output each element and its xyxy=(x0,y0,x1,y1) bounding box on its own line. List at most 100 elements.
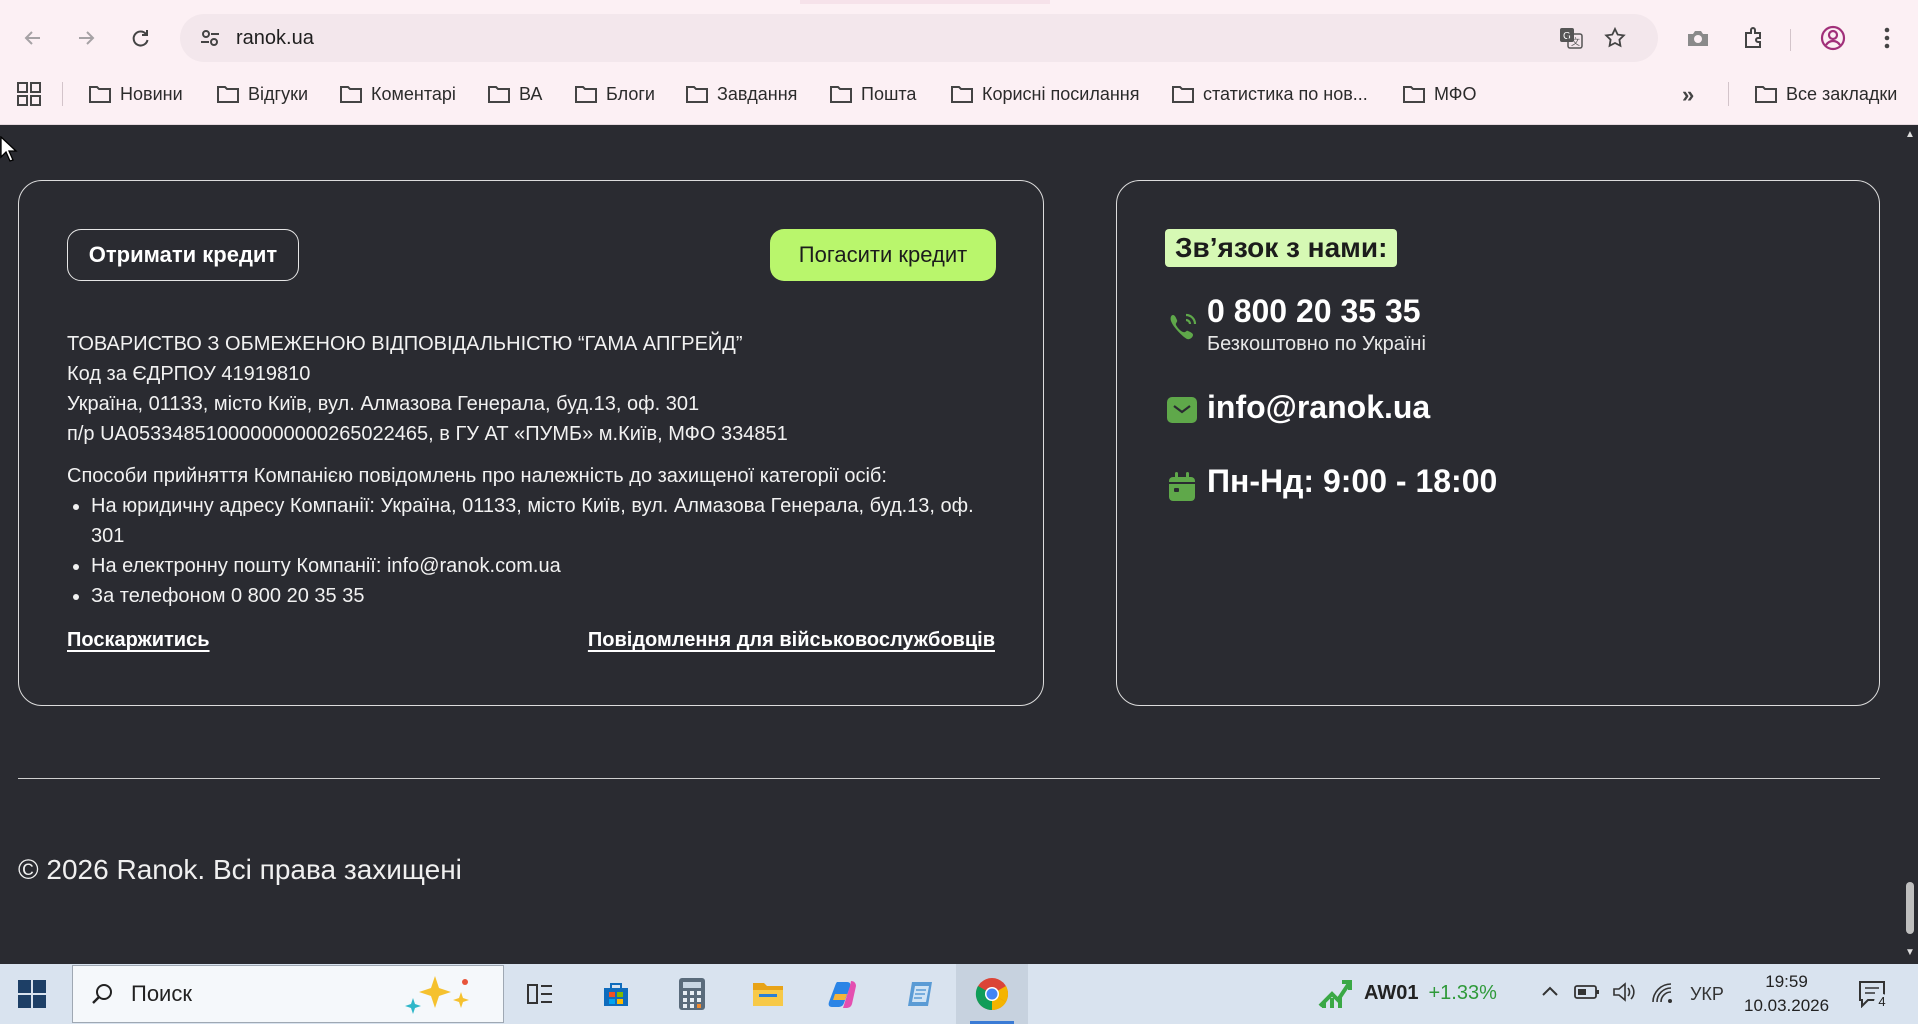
bookmark-folder[interactable]: Новини xyxy=(88,80,183,108)
contact-email[interactable]: info@ranok.ua xyxy=(1207,389,1430,426)
complain-link[interactable]: Поскаржитись xyxy=(67,629,210,652)
translate-icon[interactable]: G文 xyxy=(1556,23,1586,53)
mail-icon xyxy=(1167,397,1197,423)
battery-icon[interactable] xyxy=(1574,982,1600,1007)
task-view-icon[interactable] xyxy=(520,974,560,1014)
forward-button[interactable] xyxy=(67,19,105,57)
company-info-card: Отримати кредит Погасити кредит ТОВАРИСТ… xyxy=(18,180,1044,706)
reload-icon xyxy=(132,30,149,47)
company-code: Код за ЄДРПОУ 41919810 xyxy=(67,363,311,385)
reload-button[interactable] xyxy=(121,19,159,57)
copilot-icon[interactable] xyxy=(824,974,864,1014)
folder-icon xyxy=(1172,86,1194,103)
url-text[interactable]: ranok.ua xyxy=(236,27,314,50)
phone-icon xyxy=(1170,313,1197,340)
svg-text:G: G xyxy=(1563,31,1571,42)
all-bookmarks-folder[interactable]: Все закладки xyxy=(1754,80,1897,108)
tab-strip xyxy=(0,0,1918,4)
phone-note: Безкоштовно по Україні xyxy=(1207,333,1426,355)
stock-chart-icon xyxy=(1318,980,1352,1008)
notification-count: 4 xyxy=(1874,994,1890,1010)
arrow-left-icon xyxy=(24,31,40,45)
folder-icon xyxy=(89,86,111,103)
bookmark-folder[interactable]: Блоги xyxy=(574,80,655,108)
bookmark-folder[interactable]: Завдання xyxy=(685,80,797,108)
list-item: На юридичну адресу Компанії: Україна, 01… xyxy=(91,491,997,551)
scroll-down-icon[interactable]: ▼ xyxy=(1905,948,1915,958)
bookmark-folder[interactable]: Корисні посилання xyxy=(950,80,1139,108)
screenshot-camera-icon[interactable] xyxy=(1679,19,1717,57)
company-details: ТОВАРИСТВО З ОБМЕЖЕНОЮ ВІДПОВІДАЛЬНІСТЮ … xyxy=(67,329,997,449)
phone-number[interactable]: 0 800 20 35 35 xyxy=(1207,293,1421,330)
folder-icon xyxy=(340,86,362,103)
browser-toolbar: ranok.ua G文 xyxy=(0,11,1918,65)
calculator-icon[interactable] xyxy=(672,974,712,1014)
browser-chrome: ranok.ua G文 Новини Відгуки Коментарі ВА xyxy=(0,0,1918,125)
apps-grid-icon[interactable] xyxy=(16,81,42,107)
notifications-icon[interactable]: 4 xyxy=(1858,980,1890,1010)
page-content: Отримати кредит Погасити кредит ТОВАРИСТ… xyxy=(0,126,1902,964)
company-address: Україна, 01133, місто Київ, вул. Алмазов… xyxy=(67,393,700,415)
bookmark-folder[interactable]: Пошта xyxy=(829,80,916,108)
bookmark-folder[interactable]: статистика по нов... xyxy=(1171,80,1368,108)
clock-time: 19:59 xyxy=(1765,972,1808,991)
company-name: ТОВАРИСТВО З ОБМЕЖЕНОЮ ВІДПОВІДАЛЬНІСТЮ … xyxy=(67,333,743,355)
profile-avatar-icon[interactable] xyxy=(1814,19,1852,57)
arrow-right-icon xyxy=(79,31,95,45)
windows-start-icon[interactable] xyxy=(18,980,46,1008)
list-item: За телефоном 0 800 20 35 35 xyxy=(91,581,997,611)
volume-icon[interactable] xyxy=(1612,982,1636,1007)
bookmark-folder[interactable]: МФО xyxy=(1402,80,1476,108)
search-placeholder: Поиск xyxy=(131,981,192,1006)
stock-change: +1.33% xyxy=(1428,981,1497,1004)
folder-icon xyxy=(1755,86,1777,103)
copyright-text: © 2026 Ranok. Всі права захищені xyxy=(18,854,462,885)
working-hours: Пн-Нд: 9:00 - 18:00 xyxy=(1207,463,1498,499)
svg-text:文: 文 xyxy=(1571,36,1580,47)
search-icon xyxy=(92,984,112,1004)
folder-icon xyxy=(1403,86,1425,103)
folder-icon xyxy=(488,86,510,103)
back-button[interactable] xyxy=(14,19,52,57)
bookmarks-bar: Новини Відгуки Коментарі ВА Блоги Завдан… xyxy=(0,76,1918,112)
stock-name: AW01 xyxy=(1364,981,1419,1004)
bookmark-star-icon[interactable] xyxy=(1600,23,1630,53)
sparkle-icon xyxy=(405,976,469,1014)
page-scrollbar[interactable]: ▲ ▼ xyxy=(1902,126,1918,964)
bookmark-folder[interactable]: ВА xyxy=(487,80,542,108)
scroll-up-icon[interactable]: ▲ xyxy=(1905,130,1915,140)
folder-icon xyxy=(830,86,852,103)
chrome-icon xyxy=(975,978,1009,1011)
chrome-taskbar-button[interactable] xyxy=(956,964,1028,1024)
notes-app-icon[interactable] xyxy=(900,974,940,1014)
bookmarks-overflow-icon[interactable]: » xyxy=(1682,82,1694,108)
contact-card: Зв’язок з нами: 0 800 20 35 35 Безкоштов… xyxy=(1116,180,1880,706)
tray-overflow-icon[interactable] xyxy=(1540,982,1560,1007)
network-icon[interactable] xyxy=(1650,982,1674,1009)
mouse-cursor-icon xyxy=(0,136,18,162)
military-notice-link[interactable]: Повідомлення для військовослужбовців xyxy=(588,629,995,652)
address-bar[interactable]: ranok.ua G文 xyxy=(180,14,1658,62)
repay-credit-button[interactable]: Погасити кредит xyxy=(770,229,996,281)
footer-divider xyxy=(18,778,1880,779)
folder-icon xyxy=(217,86,239,103)
calendar-icon xyxy=(1169,472,1195,501)
notification-methods: Способи прийняття Компанією повідомлень … xyxy=(67,461,997,611)
microsoft-store-icon[interactable] xyxy=(596,974,636,1014)
browser-menu-icon[interactable] xyxy=(1868,19,1906,57)
extensions-icon[interactable] xyxy=(1734,19,1772,57)
scroll-thumb[interactable] xyxy=(1906,882,1914,934)
bookmark-folder[interactable]: Коментарі xyxy=(339,80,456,108)
language-indicator[interactable]: УКР xyxy=(1690,984,1724,1005)
system-clock[interactable]: 19:59 10.03.2026 xyxy=(1744,970,1829,1018)
folder-icon xyxy=(686,86,708,103)
folder-icon xyxy=(575,86,597,103)
taskbar-search[interactable]: Поиск xyxy=(72,965,504,1023)
contact-heading: Зв’язок з нами: xyxy=(1165,229,1398,267)
company-bank-account: п/р UA053348510000000000265022465, в ГУ … xyxy=(67,423,788,445)
stock-widget[interactable]: AW01 +1.33% xyxy=(1318,976,1497,1010)
get-credit-button[interactable]: Отримати кредит xyxy=(67,229,299,281)
site-info-icon[interactable] xyxy=(198,26,222,50)
file-explorer-icon[interactable] xyxy=(748,974,788,1014)
bookmark-folder[interactable]: Відгуки xyxy=(216,80,308,108)
